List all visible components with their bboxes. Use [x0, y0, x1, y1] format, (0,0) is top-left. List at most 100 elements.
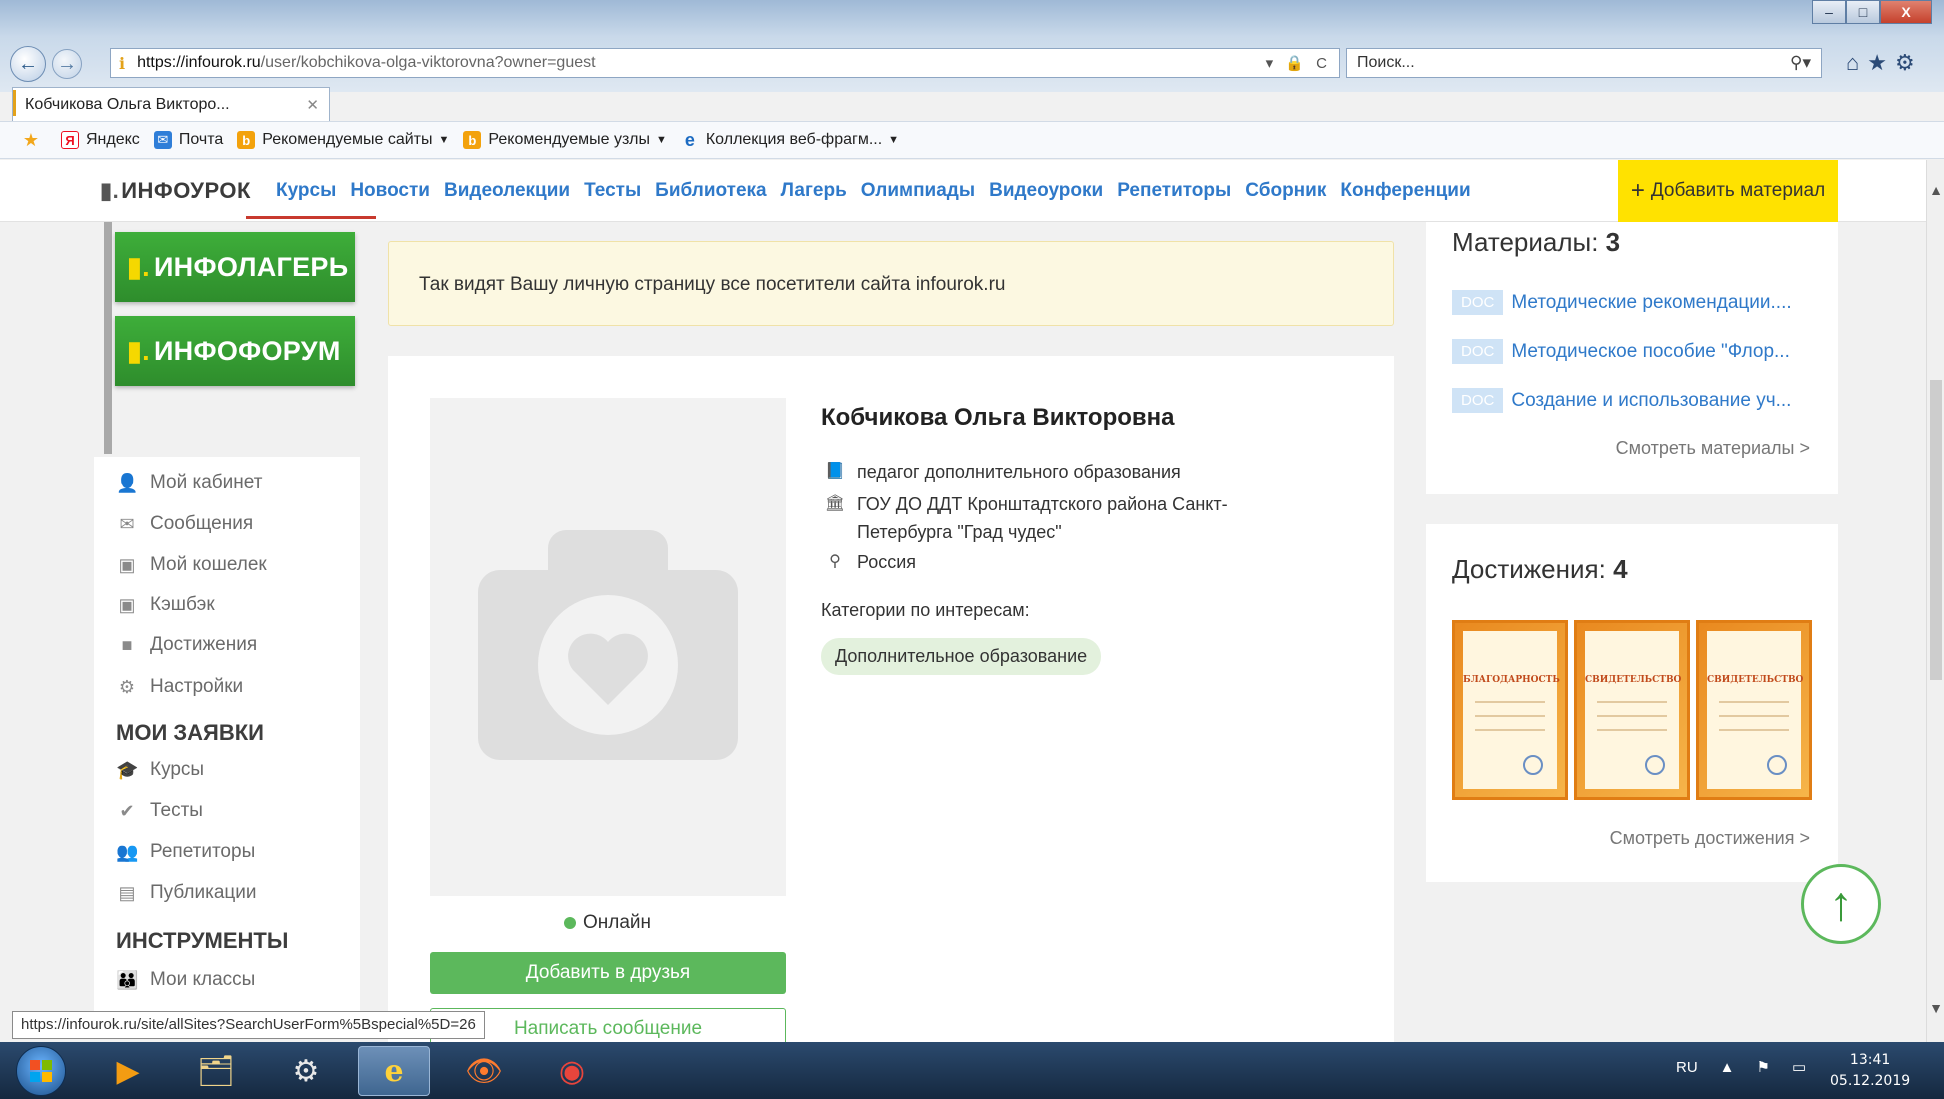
address-bar[interactable]: i https://infourok.ru/user/kobchikova-ol…: [110, 48, 1340, 78]
menu-item-courses[interactable]: Курсы: [276, 180, 336, 202]
menu-item-tutors[interactable]: Репетиторы: [1117, 180, 1231, 202]
scroll-down-icon[interactable]: ▼: [1927, 1000, 1944, 1016]
certificate-line: [1475, 715, 1545, 717]
favorite-mail[interactable]: ✉ Почта: [153, 131, 223, 149]
start-button[interactable]: [16, 1046, 66, 1096]
sidebar-item-wallet[interactable]: ▣ Мой кошелек: [116, 554, 266, 576]
add-material-button[interactable]: + Добавить материал: [1618, 160, 1838, 222]
chrome-taskbar-icon[interactable]: ◉: [536, 1046, 608, 1096]
close-window-button[interactable]: X: [1880, 0, 1932, 24]
menu-item-news[interactable]: Новости: [350, 180, 430, 202]
menu-item-camp[interactable]: Лагерь: [781, 180, 847, 202]
sidebar-item-cabinet[interactable]: 👤 Мой кабинет: [116, 472, 262, 494]
certificate-line: [1475, 701, 1545, 703]
tab-close-icon[interactable]: ✕: [306, 96, 319, 114]
sidebar-item-label: Тесты: [150, 800, 203, 821]
sidebar-item-publications[interactable]: ▤ Публикации: [116, 882, 256, 904]
sidebar-item-tests[interactable]: ✔ Тесты: [116, 800, 203, 822]
add-friend-button[interactable]: Добавить в друзья: [430, 952, 786, 994]
sidebar-item-label: Достижения: [150, 634, 258, 655]
favorites-star[interactable]: ★: [22, 130, 47, 150]
tray-expand-icon[interactable]: ▲: [1720, 1059, 1735, 1076]
scroll-thumb[interactable]: [1930, 380, 1942, 680]
favorite-web-slices[interactable]: e Коллекция веб-фрагм... ▼: [681, 129, 899, 150]
menu-item-library[interactable]: Библиотека: [655, 180, 766, 202]
network-icon[interactable]: ▭: [1792, 1058, 1806, 1076]
seal-icon: [1645, 755, 1665, 775]
sidebar-item-tutors[interactable]: 👥 Репетиторы: [116, 841, 255, 863]
home-icon[interactable]: ⌂: [1846, 50, 1867, 75]
mail-icon: ✉: [153, 131, 172, 149]
view-achievements-link[interactable]: Смотреть достижения >: [1610, 828, 1810, 849]
sidebar-item-cashback[interactable]: ▣ Кэшбэк: [116, 594, 214, 616]
logo-mark-icon: ▮.: [100, 178, 120, 203]
certificate-thumbnail[interactable]: БЛАГОДАРНОСТЬ: [1452, 620, 1568, 800]
favorite-yandex[interactable]: Я Яндекс: [61, 131, 140, 149]
back-button[interactable]: ←: [10, 46, 46, 82]
sidebar-item-messages[interactable]: ✉ Сообщения: [116, 513, 253, 535]
language-indicator[interactable]: RU: [1676, 1059, 1698, 1076]
material-item[interactable]: DOC Методическое пособие "Флор...: [1452, 339, 1790, 364]
favorite-label: Яндекс: [86, 131, 140, 148]
star-icon[interactable]: ★: [1867, 50, 1895, 75]
browser-tab[interactable]: Кобчикова Ольга Викторо... ✕: [12, 87, 330, 121]
material-item[interactable]: DOC Методические рекомендации....: [1452, 290, 1792, 315]
menu-item-collection[interactable]: Сборник: [1245, 180, 1326, 202]
maximize-button[interactable]: □: [1846, 0, 1880, 24]
site-info-icon[interactable]: i: [119, 54, 125, 73]
sidebar-item-label: Репетиторы: [150, 841, 256, 862]
internet-explorer-taskbar-icon[interactable]: e: [358, 1046, 430, 1096]
flag-icon[interactable]: ⚑: [1757, 1058, 1770, 1076]
menu-item-video-lectures[interactable]: Видеолекции: [444, 180, 570, 202]
gear-icon[interactable]: ⚙: [1895, 50, 1923, 75]
material-item[interactable]: DOC Создание и использование уч...: [1452, 388, 1791, 413]
tool-taskbar-icon[interactable]: ⚙: [270, 1046, 342, 1096]
cashback-icon: ▣: [118, 594, 136, 615]
menu-item-olympiads[interactable]: Олимпиады: [861, 180, 975, 202]
yandex-icon: Я: [61, 131, 79, 149]
sidebar-item-achievements[interactable]: ■ Достижения: [116, 634, 258, 656]
forward-button[interactable]: →: [52, 49, 82, 79]
sidebar-item-my-classes[interactable]: 👪 Мои классы: [116, 969, 255, 991]
menu-item-tests[interactable]: Тесты: [584, 180, 641, 202]
address-bar-icons[interactable]: ▾ 🔒 C: [1266, 54, 1331, 72]
scroll-up-icon[interactable]: ▲: [1927, 182, 1944, 198]
media-player-taskbar-icon[interactable]: ▶: [92, 1046, 164, 1096]
book-icon: ▤: [118, 882, 136, 903]
eye-app-taskbar-icon[interactable]: 👁: [448, 1046, 520, 1096]
logo-mark-icon: ▮.: [127, 335, 150, 366]
achievements-title: Достижения: 4: [1452, 554, 1628, 585]
infoforum-banner[interactable]: ▮. ИНФОФОРУМ: [115, 316, 355, 386]
ie-icon: e: [684, 129, 695, 150]
favorite-recommended-sites[interactable]: b Рекомендуемые сайты ▼: [237, 131, 449, 149]
seal-icon: [1523, 755, 1543, 775]
minimize-button[interactable]: –: [1812, 0, 1846, 24]
achievements-count: 4: [1613, 554, 1628, 584]
sidebar-item-label: Курсы: [150, 759, 205, 780]
certificate-line: [1475, 729, 1545, 731]
certificate-thumbnail[interactable]: СВИДЕТЕЛЬСТВО: [1696, 620, 1812, 800]
clock[interactable]: 13:41 05.12.2019: [1830, 1050, 1910, 1092]
sidebar-item-settings[interactable]: ⚙ Настройки: [116, 676, 243, 698]
logo-square: [30, 1060, 40, 1070]
organization-line: ГОУ ДО ДДТ Кронштадтского района Санкт-: [857, 494, 1228, 514]
site-header: ▮.ИНФОУРОК Курсы Новости Видеолекции Тес…: [0, 160, 1944, 222]
favorite-recommended-nodes[interactable]: b Рекомендуемые узлы ▼: [463, 131, 667, 149]
categories-label: Категории по интересам:: [821, 600, 1030, 620]
page-scrollbar[interactable]: ▲ ▼: [1926, 160, 1944, 1042]
sidebar-item-courses[interactable]: 🎓 Курсы: [116, 759, 204, 781]
certificate-thumbnail[interactable]: СВИДЕТЕЛЬСТВО: [1574, 620, 1690, 800]
view-materials-link[interactable]: Смотреть материалы >: [1616, 438, 1810, 459]
browser-search-input[interactable]: Поиск... ⚲▾: [1346, 48, 1822, 78]
explorer-taskbar-icon[interactable]: 🗂: [180, 1046, 252, 1096]
certificate-page: БЛАГОДАРНОСТЬ: [1463, 631, 1560, 789]
scroll-to-top-button[interactable]: ↑: [1801, 864, 1881, 944]
search-icon[interactable]: ⚲▾: [1790, 53, 1811, 73]
infolager-banner[interactable]: ▮. ИНФОЛАГЕРЬ: [115, 232, 355, 302]
category-tag[interactable]: Дополнительное образование: [821, 638, 1102, 675]
profile-card: Онлайн Добавить в друзья Написать сообще…: [388, 356, 1394, 1050]
menu-item-video-lessons[interactable]: Видеоуроки: [989, 180, 1103, 202]
site-logo[interactable]: ▮.ИНФОУРОК: [100, 178, 251, 204]
certificate-line: [1719, 729, 1789, 731]
menu-item-conferences[interactable]: Конференции: [1340, 180, 1470, 202]
